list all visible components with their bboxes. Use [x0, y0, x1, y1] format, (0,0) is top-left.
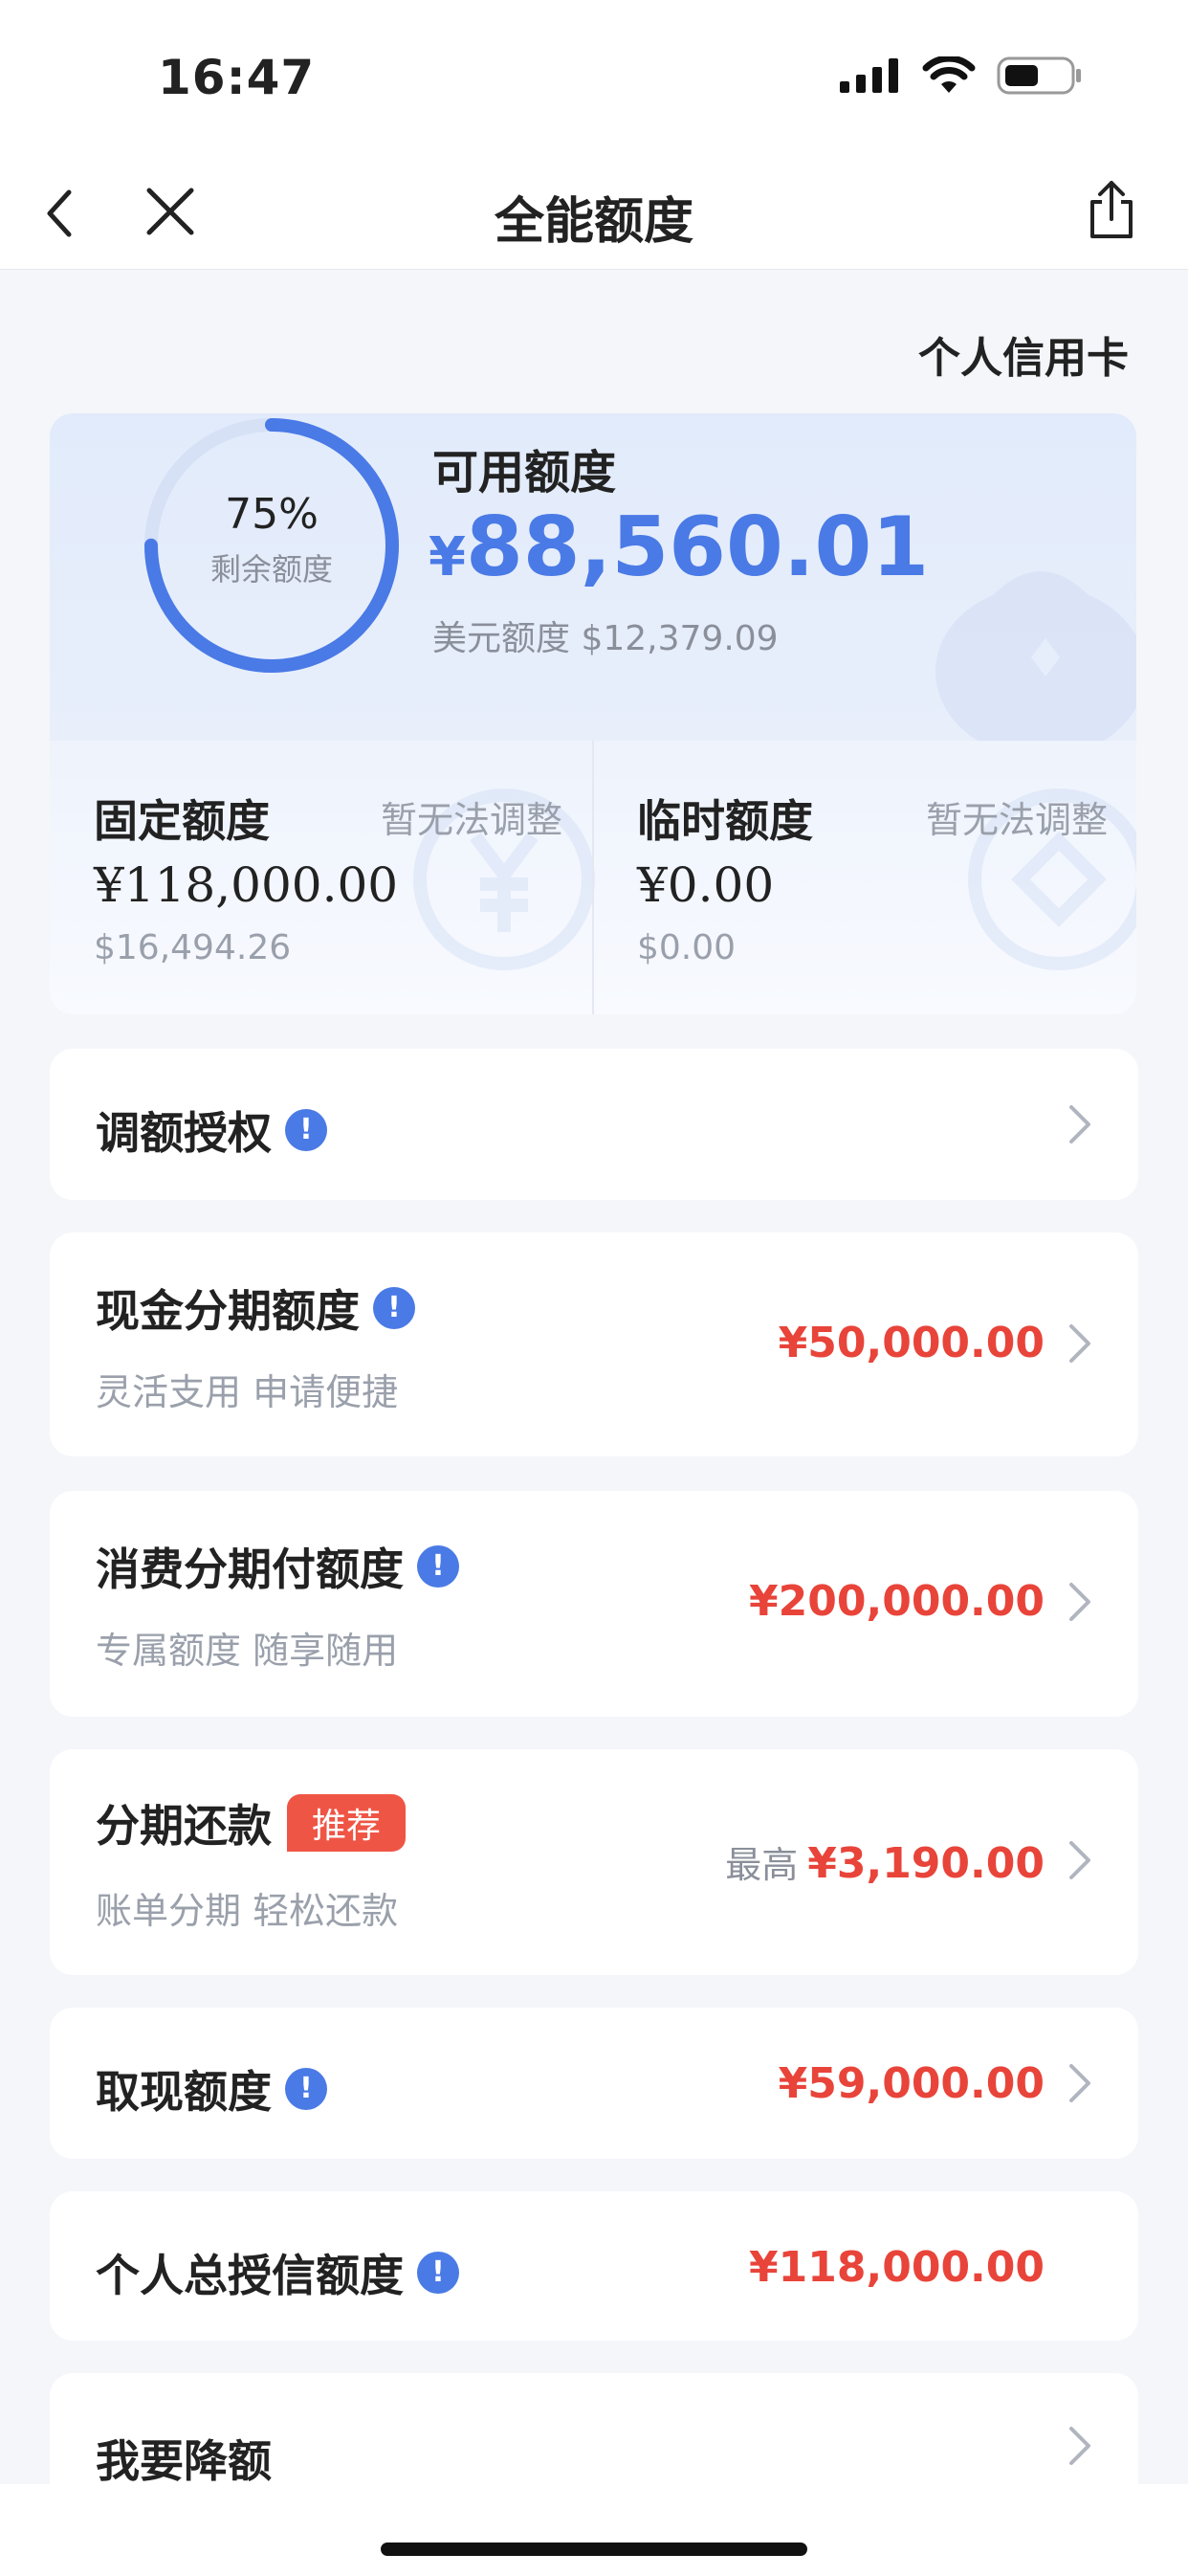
usd-quota-amount: $12,379.09	[581, 619, 779, 658]
cash-withdraw-amount: ¥59,000.00	[778, 2059, 1045, 2108]
info-icon[interactable]: !	[285, 2068, 327, 2110]
consumer-installment-row[interactable]: 消费分期付额度! 专属额度 随享随用 ¥200,000.00	[50, 1491, 1138, 1717]
row-title: 个人总授信额度!	[96, 2241, 459, 2304]
consumer-installment-amount: ¥200,000.00	[749, 1577, 1045, 1626]
nav-bar: 全能额度	[0, 158, 1188, 270]
installment-repay-title: 分期还款	[96, 1800, 272, 1852]
cash-installment-row[interactable]: 现金分期额度! 灵活支用 申请便捷 ¥50,000.00	[50, 1232, 1138, 1456]
adjust-auth-title: 调额授权	[96, 1107, 272, 1159]
temp-quota-note: 暂无法调整	[926, 799, 1109, 841]
battery-icon	[997, 56, 1081, 95]
recommend-badge: 推荐	[287, 1794, 407, 1852]
available-quota-amount: ¥88,560.01	[429, 500, 929, 595]
row-title: 调额授权!	[96, 1099, 327, 1162]
quota-breakdown: 固定额度 暂无法调整 ¥118,000.00 $16,494.26 临时额度 暂…	[50, 741, 1136, 1014]
row-title: 取现额度!	[96, 2057, 327, 2121]
page-title: 全能额度	[494, 193, 693, 251]
status-time: 16:47	[158, 50, 316, 105]
signal-icon	[840, 58, 898, 93]
adjust-authorization-row[interactable]: 调额授权!	[50, 1049, 1138, 1200]
consumer-installment-subtitle: 专属额度 随享随用	[96, 1630, 399, 1672]
total-credit-row: 个人总授信额度! ¥118,000.00	[50, 2191, 1138, 2341]
share-icon[interactable]	[1085, 177, 1138, 242]
available-amount-value: 88,560.01	[465, 500, 930, 595]
bottom-safe-area	[0, 2484, 1188, 2576]
chevron-right-icon	[1069, 2064, 1090, 2102]
usd-quota: 美元额度 $12,379.09	[432, 611, 779, 660]
info-icon[interactable]: !	[373, 1287, 415, 1329]
cash-installment-subtitle: 灵活支用 申请便捷	[96, 1371, 399, 1413]
fixed-quota-amount: ¥118,000.00	[94, 857, 399, 913]
installment-repayment-row[interactable]: 分期还款 推荐 账单分期 轻松还款 最高 ¥3,190.00	[50, 1749, 1138, 1975]
chevron-right-icon	[1069, 1105, 1090, 1144]
total-credit-amount: ¥118,000.00	[749, 2243, 1045, 2292]
status-bar: 16:47	[0, 0, 1188, 158]
quota-summary-card: 75% 剩余额度 可用额度 ¥88,560.01 美元额度 $12,379.09…	[50, 413, 1136, 1014]
installment-repay-subtitle: 账单分期 轻松还款	[96, 1890, 399, 1932]
total-credit-title: 个人总授信额度	[96, 2250, 404, 2301]
home-indicator[interactable]	[381, 2543, 807, 2556]
row-title: 分期还款 推荐	[96, 1791, 407, 1854]
installment-repay-value: ¥3,190.00	[807, 1839, 1045, 1888]
installment-repay-amount: 最高 ¥3,190.00	[725, 1835, 1045, 1888]
max-prefix: 最高	[725, 1844, 799, 1886]
ring-label: 剩余额度	[209, 551, 333, 588]
temp-quota-usd: $0.00	[637, 928, 737, 967]
chevron-right-icon	[1069, 1583, 1090, 1621]
usd-quota-label: 美元额度	[432, 619, 571, 658]
cash-withdraw-title: 取现额度	[96, 2066, 272, 2118]
fixed-quota-note: 暂无法调整	[381, 799, 563, 841]
cash-withdrawal-row[interactable]: 取现额度! ¥59,000.00	[50, 2008, 1138, 2159]
available-quota-label: 可用额度	[432, 446, 617, 500]
temp-quota-amount: ¥0.00	[637, 857, 775, 913]
chevron-right-icon	[1069, 1841, 1090, 1879]
info-icon[interactable]: !	[285, 1109, 327, 1151]
available-quota-section: 75% 剩余额度 可用额度 ¥88,560.01 美元额度 $12,379.09	[50, 413, 1136, 748]
fixed-quota-title: 固定额度	[94, 795, 270, 847]
cash-installment-title: 现金分期额度	[96, 1285, 360, 1337]
money-bag-decoration-icon	[935, 571, 1136, 748]
wifi-icon	[922, 56, 976, 93]
info-icon[interactable]: !	[417, 1545, 459, 1588]
info-icon[interactable]: !	[417, 2252, 459, 2294]
currency-symbol: ¥	[429, 526, 466, 588]
cash-installment-amount: ¥50,000.00	[778, 1319, 1045, 1367]
status-icons	[840, 56, 1083, 96]
fixed-quota-usd: $16,494.26	[94, 928, 292, 967]
temp-quota-title: 临时额度	[637, 795, 813, 847]
row-title: 消费分期付额度!	[96, 1535, 459, 1598]
row-title: 现金分期额度!	[96, 1277, 415, 1340]
row-title: 我要降额	[96, 2427, 272, 2490]
divider	[592, 741, 594, 1014]
chevron-right-icon	[1069, 2427, 1090, 2465]
card-type-label[interactable]: 个人信用卡	[918, 323, 1129, 385]
consumer-installment-title: 消费分期付额度	[96, 1543, 404, 1595]
chevron-right-icon	[1069, 1324, 1090, 1363]
reduce-limit-row[interactable]: 我要降额	[50, 2373, 1138, 2487]
reduce-limit-title: 我要降额	[96, 2435, 272, 2487]
ring-percent: 75%	[225, 490, 319, 539]
